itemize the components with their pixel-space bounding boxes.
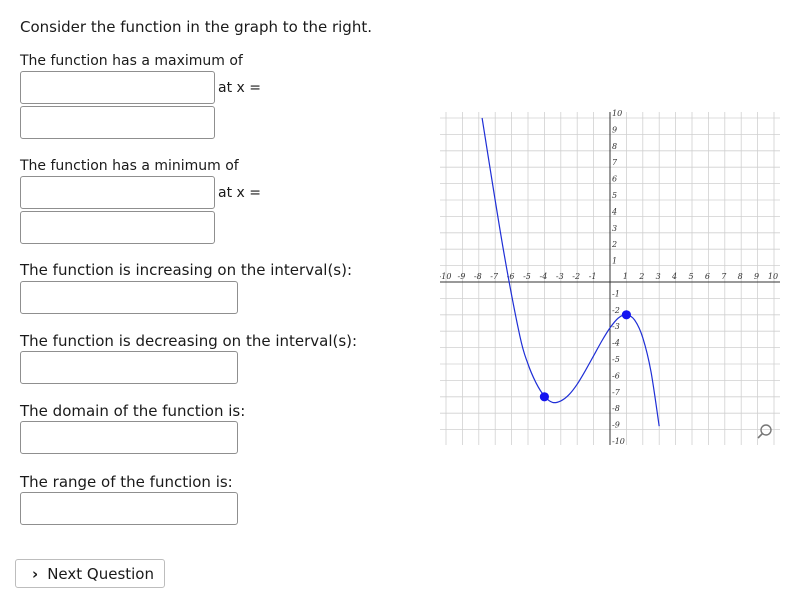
y-tick-label: 8 (612, 142, 617, 151)
increasing-label: The function is increasing on the interv… (20, 261, 353, 279)
magnifier-icon[interactable] (757, 424, 772, 439)
x-tick-label: 5 (688, 272, 693, 281)
maximum-value-input[interactable] (20, 71, 215, 104)
decreasing-label: The function is decreasing on the interv… (20, 332, 358, 350)
maximum-point (621, 310, 631, 320)
y-tick-label: 6 (612, 175, 617, 184)
minimum-label: The function has a minimum of (20, 158, 239, 174)
x-tick-label: -1 (589, 272, 597, 281)
y-tick-label: -10 (612, 437, 625, 445)
y-tick-label: -2 (612, 306, 620, 315)
y-tick-label: -7 (612, 388, 621, 397)
decreasing-interval-input[interactable] (20, 351, 238, 384)
x-tick-label: 1 (623, 272, 628, 281)
domain-label: The domain of the function is: (20, 402, 246, 420)
x-tick-label: -2 (572, 272, 580, 281)
x-tick-label: 8 (738, 272, 743, 281)
x-tick-label: -3 (556, 272, 564, 281)
y-tick-label: 2 (611, 240, 617, 249)
minimum-x-input[interactable] (20, 211, 215, 244)
function-graph: -10-9-8-7-6-5-4-3-2-112345678910 1098765… (440, 109, 780, 445)
y-tick-label: 4 (611, 207, 617, 216)
x-tick-label: 3 (656, 272, 661, 281)
next-question-button[interactable]: › Next Question (15, 559, 165, 588)
next-question-label: Next Question (47, 564, 154, 583)
y-tick-label: 5 (612, 191, 617, 200)
x-tick-labels: -10-9-8-7-6-5-4-3-2-112345678910 (440, 272, 778, 281)
x-tick-label: -7 (490, 272, 499, 281)
minimum-point (539, 392, 549, 402)
x-tick-label: -4 (540, 272, 548, 281)
maximum-label: The function has a maximum of (20, 53, 243, 69)
x-tick-label: -8 (474, 272, 482, 281)
range-input[interactable] (20, 492, 238, 525)
chevron-right-icon: › (32, 564, 39, 583)
x-tick-label: 2 (638, 272, 644, 281)
y-tick-label: -6 (612, 371, 620, 380)
y-tick-label: 9 (612, 125, 617, 134)
x-tick-label: 6 (705, 272, 710, 281)
range-label: The range of the function is: (20, 473, 233, 491)
y-tick-label: -4 (612, 339, 620, 348)
y-tick-label: 3 (612, 224, 617, 233)
y-tick-label: -5 (612, 355, 620, 364)
y-tick-label: 1 (612, 257, 617, 266)
y-tick-label: -9 (612, 421, 620, 430)
question-prompt: Consider the function in the graph to th… (20, 18, 372, 36)
x-tick-label: 10 (768, 272, 778, 281)
x-tick-label: 7 (721, 272, 727, 281)
y-tick-label: -8 (612, 404, 620, 413)
maximum-at-x-label: at x = (218, 80, 261, 96)
x-tick-label: 4 (671, 272, 677, 281)
minimum-at-x-label: at x = (218, 185, 261, 201)
domain-input[interactable] (20, 421, 238, 454)
minimum-value-input[interactable] (20, 176, 215, 209)
maximum-x-input[interactable] (20, 106, 215, 139)
y-tick-label: 7 (612, 158, 618, 167)
x-tick-label: 9 (754, 272, 759, 281)
x-tick-label: -9 (458, 272, 466, 281)
y-tick-label: -1 (612, 289, 620, 298)
y-tick-label: 10 (612, 109, 622, 118)
x-tick-label: -5 (523, 272, 531, 281)
increasing-interval-input[interactable] (20, 281, 238, 314)
x-tick-label: -10 (440, 272, 451, 281)
